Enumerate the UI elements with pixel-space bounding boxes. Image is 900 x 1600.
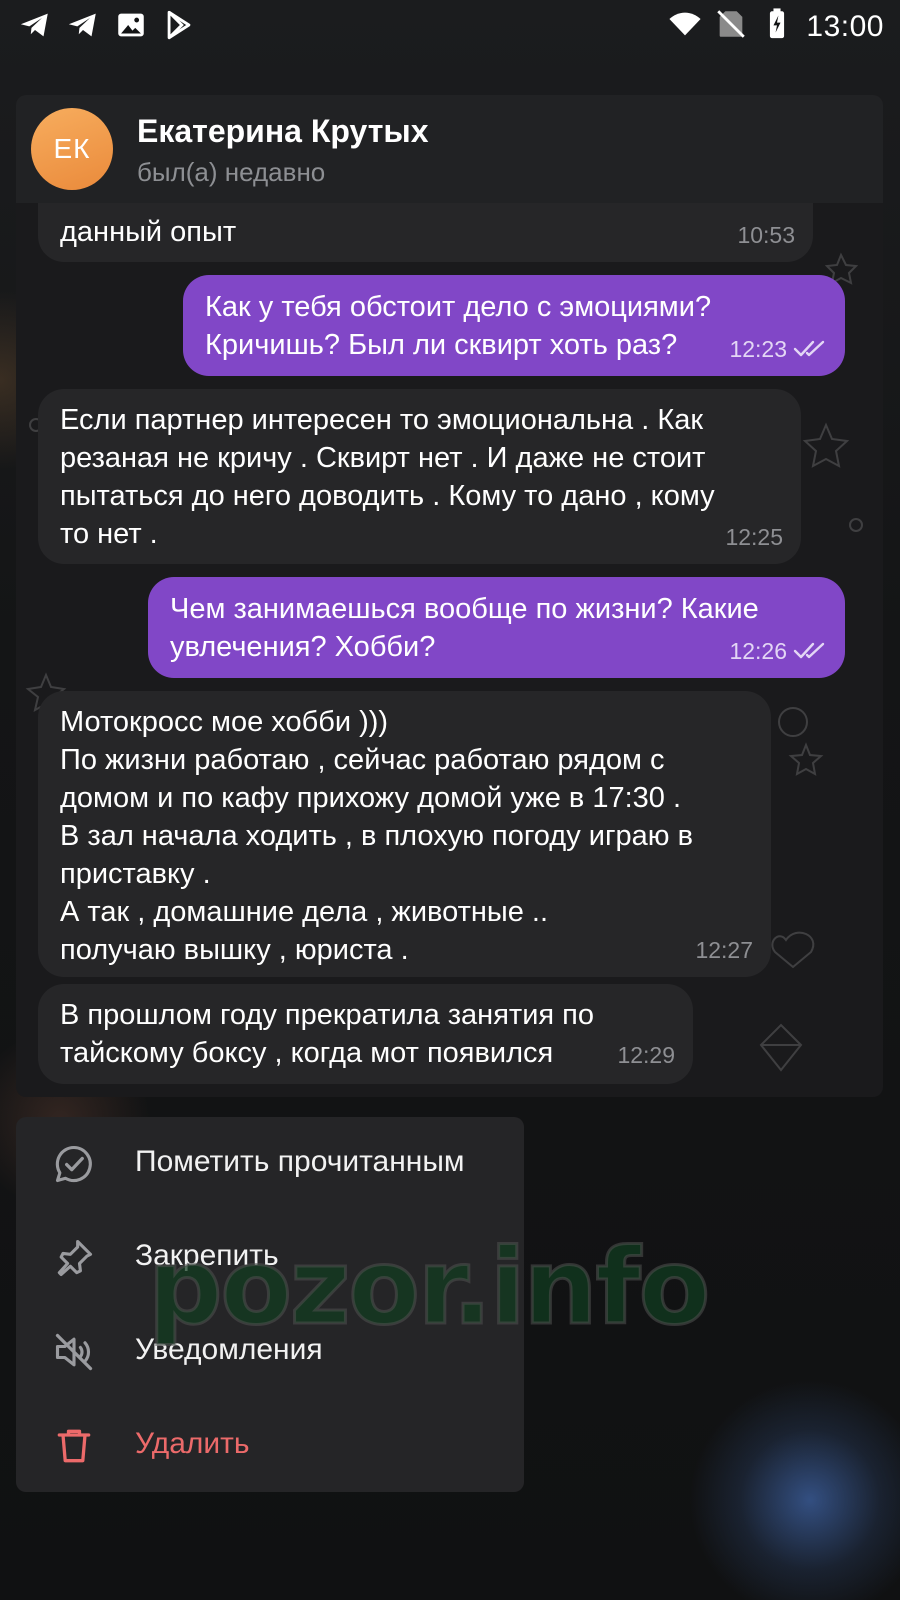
menu-item-label: Удалить bbox=[135, 1427, 250, 1460]
notification-icons bbox=[18, 8, 196, 47]
wifi-icon bbox=[668, 7, 702, 46]
pin-icon bbox=[52, 1236, 96, 1280]
message-text: В прошлом году прекратила занятия по тай… bbox=[60, 999, 594, 1069]
mute-icon bbox=[52, 1330, 96, 1374]
message-text: Мотокросс мое хобби ))) По жизни работаю… bbox=[60, 706, 694, 966]
menu-item-delete[interactable]: Удалить bbox=[16, 1399, 524, 1493]
trash-icon bbox=[52, 1424, 96, 1468]
message-time: 12:29 bbox=[617, 1042, 675, 1068]
mark-read-icon bbox=[52, 1142, 96, 1186]
message-text: данный опыт bbox=[60, 216, 237, 248]
message-bubble-outgoing: Чем занимаешься вообще по жизни? Какие у… bbox=[148, 577, 845, 678]
message-time: 12:25 bbox=[725, 524, 783, 550]
message-bubble-incoming: В прошлом году прекратила занятия по тай… bbox=[38, 984, 693, 1084]
telegram-icon bbox=[66, 8, 100, 47]
chat-header: ЕК Екатерина Крутых был(а) недавно bbox=[16, 95, 883, 203]
gallery-icon bbox=[114, 8, 148, 47]
no-sim-icon bbox=[714, 7, 748, 46]
status-bar: 13:00 bbox=[0, 0, 900, 50]
menu-item-label: Пометить прочитанным bbox=[135, 1145, 465, 1178]
clock: 13:00 bbox=[806, 9, 884, 43]
menu-item-mark-read[interactable]: Пометить прочитанным bbox=[16, 1117, 524, 1211]
system-icons: 13:00 bbox=[668, 7, 884, 46]
double-check-icon bbox=[793, 339, 827, 359]
contact-status: был(а) недавно bbox=[137, 157, 326, 187]
avatar: ЕК bbox=[31, 108, 113, 190]
message-time: 10:53 bbox=[737, 222, 795, 248]
play-store-icon bbox=[162, 8, 196, 47]
watermark: pozor.info bbox=[146, 1225, 711, 1350]
double-check-icon bbox=[793, 641, 827, 661]
message-time: 12:27 bbox=[695, 937, 753, 963]
message-text: Если партнер интересен то эмоциональна .… bbox=[60, 404, 715, 550]
telegram-icon bbox=[18, 8, 52, 47]
message-bubble-outgoing: Как у тебя обстоит дело с эмоциями? Крич… bbox=[183, 275, 845, 376]
contact-name: Екатерина Крутых bbox=[137, 113, 429, 149]
message-bubble-incoming: Если партнер интересен то эмоциональна .… bbox=[38, 389, 801, 564]
chat-preview[interactable]: ЕК Екатерина Крутых был(а) недавно данны… bbox=[16, 95, 883, 1097]
battery-charging-icon bbox=[760, 7, 794, 46]
message-time: 12:23 bbox=[729, 336, 787, 362]
message-time: 12:26 bbox=[729, 638, 787, 664]
message-bubble-incoming: Мотокросс мое хобби ))) По жизни работаю… bbox=[38, 691, 771, 977]
